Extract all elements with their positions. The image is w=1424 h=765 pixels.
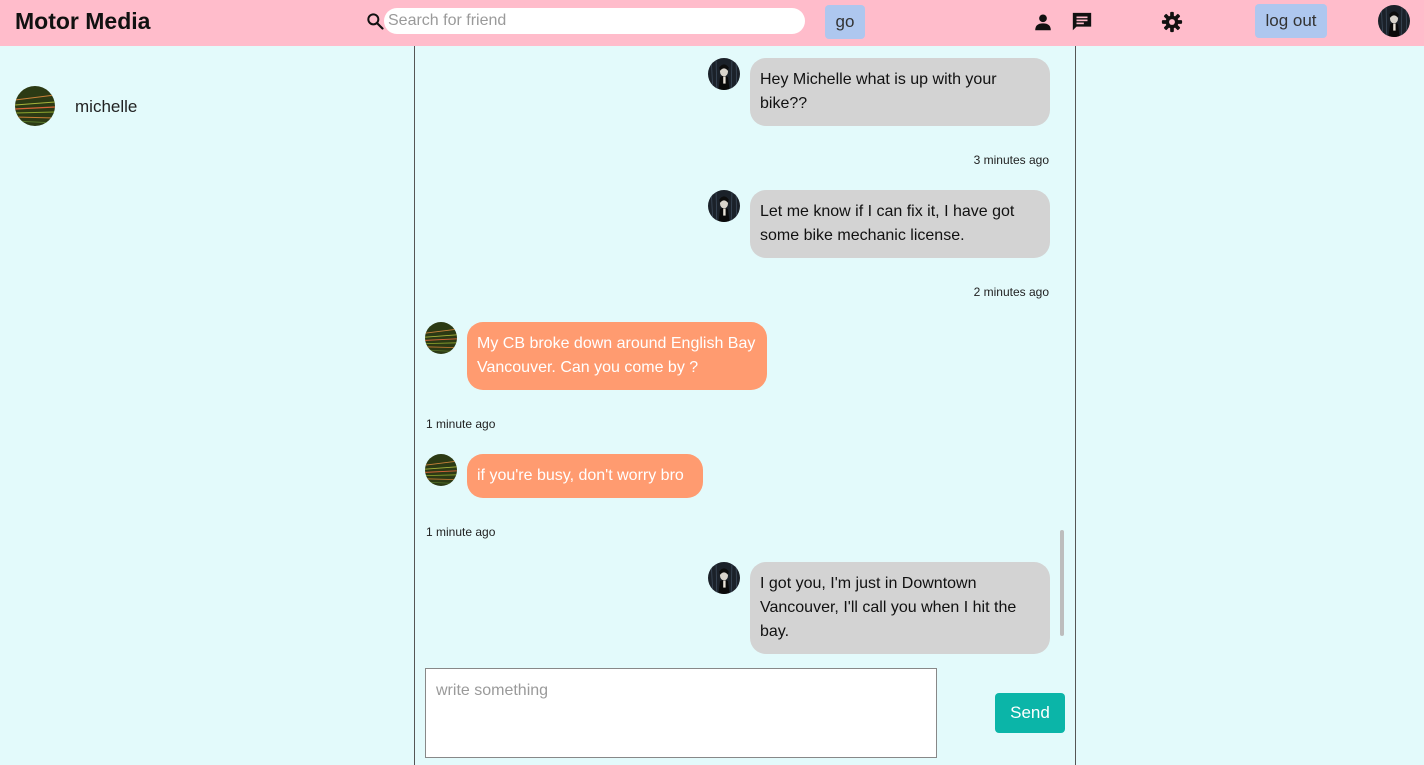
message-bubble-received: My CB broke down around English Bay Vanc… [467,322,767,390]
friend-item-michelle[interactable]: michelle [15,86,395,126]
message-timestamp: 1 minute ago [426,417,496,431]
avatar [708,58,740,90]
message-input[interactable] [425,668,937,758]
message-timestamp: 1 minute ago [426,525,496,539]
messages-icon[interactable] [1071,11,1093,33]
friends-sidebar: michelle [0,46,414,765]
avatar [15,86,55,126]
brand-logo[interactable]: Motor Media [15,8,150,35]
user-avatar[interactable] [1378,5,1410,37]
message-bubble-received: if you're busy, don't worry bro [467,454,703,498]
logout-button[interactable]: log out [1255,4,1327,38]
avatar [708,190,740,222]
top-navbar: Motor Media go log out [0,0,1424,46]
chat-scrollbar[interactable] [1060,530,1064,636]
avatar [708,562,740,594]
settings-icon[interactable] [1161,11,1183,33]
avatar [425,454,457,486]
go-button[interactable]: go [825,5,865,39]
message-bubble-sent: Let me know if I can fix it, I have got … [750,190,1050,258]
message-timestamp: 2 minutes ago [973,285,1049,299]
message-timestamp: 3 minutes ago [973,153,1049,167]
message-bubble-sent: Hey Michelle what is up with your bike?? [750,58,1050,126]
friend-name: michelle [75,97,138,116]
chat-panel: Hey Michelle what is up with your bike??… [414,46,1076,765]
search-input[interactable] [384,8,805,34]
avatar [425,322,457,354]
message-bubble-sent: I got you, I'm just in Downtown Vancouve… [750,562,1050,654]
send-button[interactable]: Send [995,693,1065,733]
profile-icon[interactable] [1032,11,1054,33]
search-icon [365,11,385,31]
